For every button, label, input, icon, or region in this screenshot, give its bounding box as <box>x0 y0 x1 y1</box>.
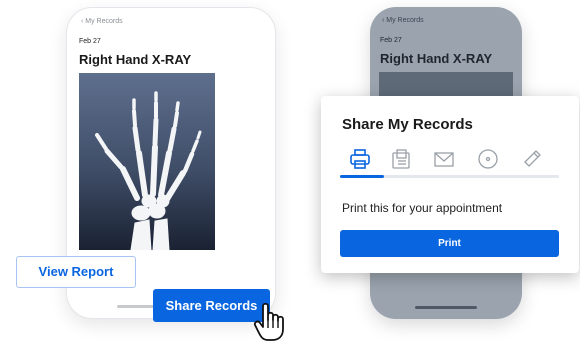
back-link: ‹ My Records <box>382 17 424 24</box>
share-progress-track <box>340 175 559 178</box>
fax-icon[interactable] <box>390 148 412 170</box>
disc-icon[interactable] <box>477 148 499 170</box>
envelope-icon[interactable] <box>433 148 455 170</box>
xray-image <box>79 73 215 250</box>
record-title: Right Hand X-RAY <box>380 51 493 66</box>
print-button[interactable]: Print <box>340 230 559 257</box>
record-date: Feb 27 <box>79 38 101 45</box>
usb-drive-icon[interactable] <box>521 148 543 170</box>
back-link[interactable]: ‹ My Records <box>81 18 123 25</box>
record-title: Right Hand X-RAY <box>79 52 192 67</box>
share-dialog: Share My Records Print this for your app… <box>321 96 579 273</box>
share-progress-fill <box>340 175 384 178</box>
record-date: Feb 27 <box>380 37 402 44</box>
printer-icon[interactable] <box>349 148 371 170</box>
share-options <box>349 148 549 170</box>
stage: ‹ My Records Feb 27 Right Hand X-RAY ‹ M… <box>0 0 580 345</box>
home-indicator <box>415 306 477 309</box>
dialog-title: Share My Records <box>342 116 473 133</box>
share-description: Print this for your appointment <box>342 201 503 215</box>
hand-bones-icon <box>95 91 202 250</box>
view-report-button[interactable]: View Report <box>16 256 136 288</box>
hand-pointer-cursor-icon <box>253 302 287 342</box>
